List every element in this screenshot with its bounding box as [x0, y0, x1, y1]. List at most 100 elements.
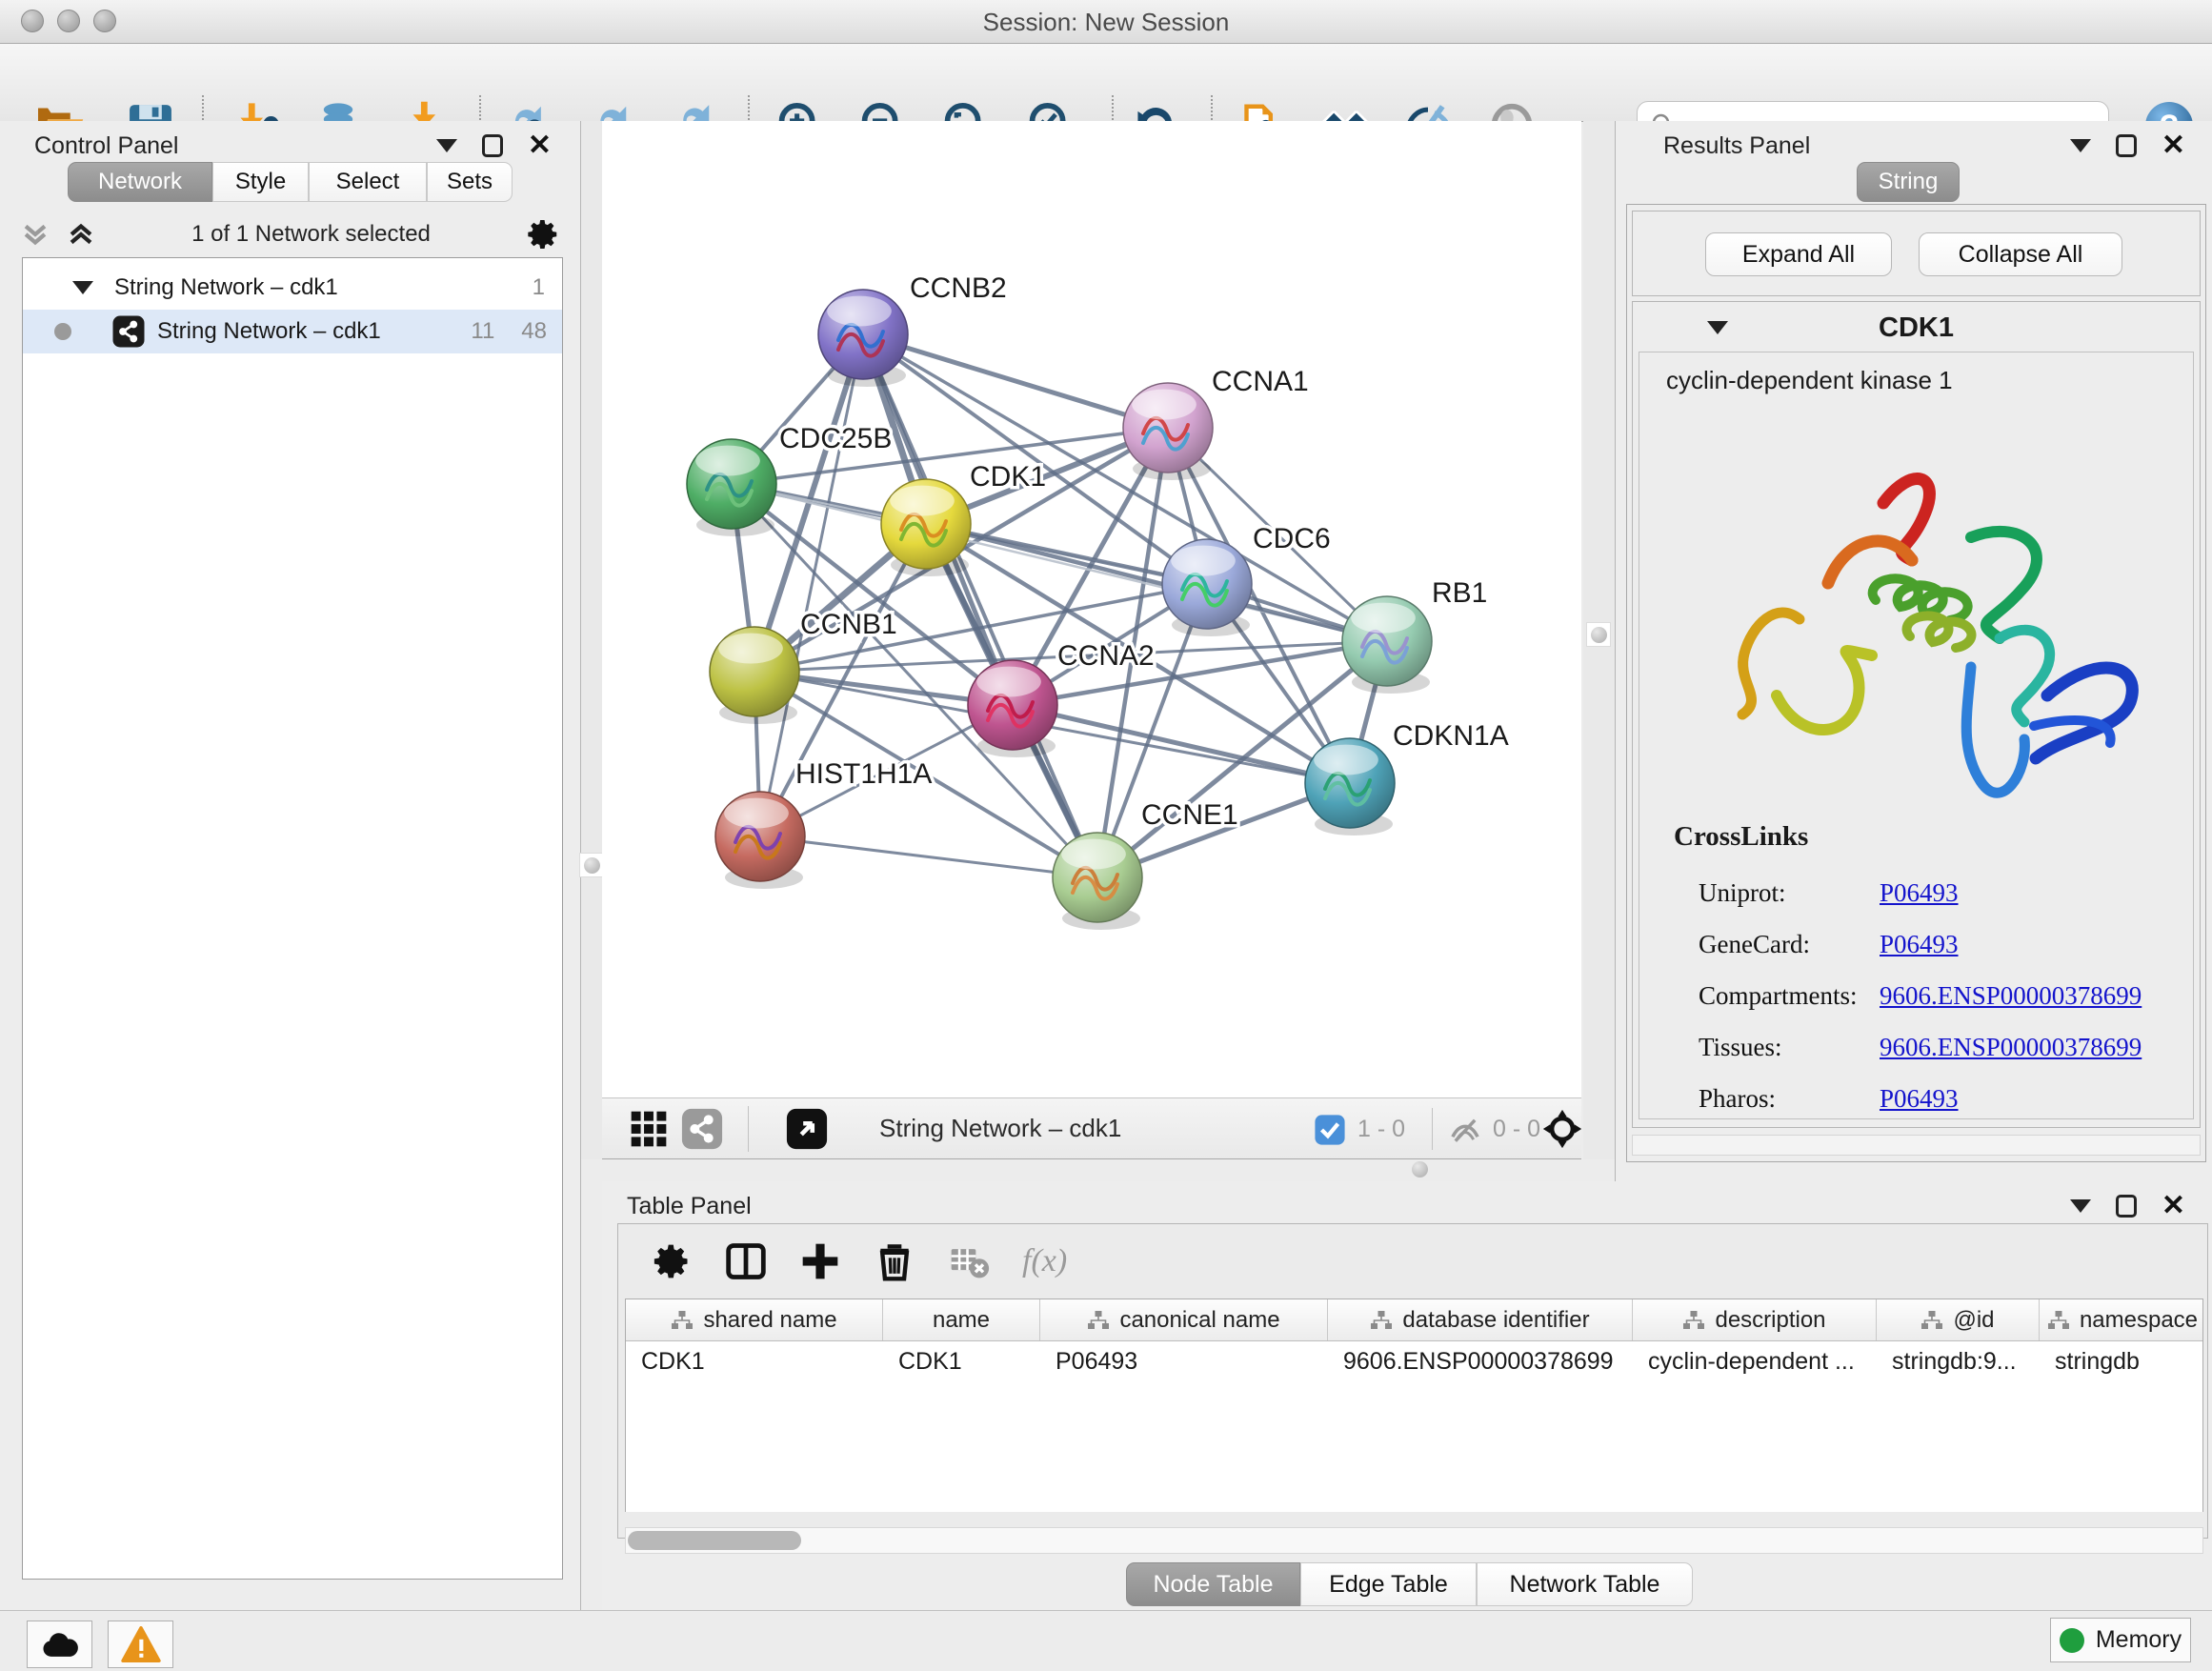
- column-header-database-identifier[interactable]: database identifier: [1328, 1299, 1633, 1340]
- function-builder-icon[interactable]: f(x): [1022, 1243, 1067, 1279]
- table-cell[interactable]: 9606.ENSP00000378699: [1328, 1341, 1633, 1381]
- column-header-canonical-name[interactable]: canonical name: [1040, 1299, 1328, 1340]
- node-CCNA1[interactable]: [1123, 383, 1213, 480]
- fit-selected-crosshair-icon[interactable]: [1541, 1108, 1583, 1150]
- network-collection-row[interactable]: String Network – cdk1 1: [23, 266, 562, 310]
- crosslinks-title: CrossLinks: [1674, 821, 1808, 853]
- hidden-eye-icon[interactable]: [1448, 1115, 1482, 1145]
- node-label-CCNB2: CCNB2: [910, 272, 1007, 304]
- collection-expander-icon[interactable]: [72, 281, 93, 294]
- node-table-box: f(x) shared namenamecanonical name databa…: [617, 1223, 2208, 1539]
- table-cell[interactable]: P06493: [1040, 1341, 1328, 1381]
- network-options-gear-icon[interactable]: [525, 216, 561, 252]
- panel-close-icon[interactable]: ✕: [528, 134, 552, 157]
- crosslink-value-link[interactable]: 9606.ENSP00000378699: [1880, 1033, 2142, 1062]
- expand-all-button[interactable]: Expand All: [1705, 232, 1892, 276]
- right-splitter[interactable]: [1583, 121, 1615, 1159]
- table-cell[interactable]: CDK1: [883, 1341, 1040, 1381]
- edge-CCNB2-CCNA1[interactable]: [863, 334, 1168, 428]
- bottom-splitter[interactable]: [602, 1159, 1615, 1181]
- network-row-selected[interactable]: String Network – cdk1 11 48: [23, 310, 562, 353]
- table-cell[interactable]: stringdb:9...: [1877, 1341, 2040, 1381]
- grid-view-icon[interactable]: [621, 1100, 676, 1158]
- tab-sets[interactable]: Sets: [427, 162, 513, 202]
- network-canvas[interactable]: CCNB2CCNA1CDC25BCDK1CDC6RB1CCNB1CCNA2CDK…: [602, 121, 1581, 1097]
- table-float-icon[interactable]: [2116, 1195, 2137, 1218]
- collapse-all-button[interactable]: Collapse All: [1919, 232, 2122, 276]
- tab-network-table[interactable]: Network Table: [1477, 1562, 1693, 1606]
- delete-table-icon: [948, 1240, 990, 1282]
- node-result-expander-icon[interactable]: [1707, 321, 1728, 334]
- table-cell[interactable]: CDK1: [626, 1341, 883, 1381]
- column-header-description[interactable]: description: [1633, 1299, 1877, 1340]
- table-hscrollbar-thumb[interactable]: [628, 1531, 801, 1550]
- node-HIST1H1A[interactable]: [715, 792, 805, 889]
- tab-edge-table[interactable]: Edge Table: [1300, 1562, 1477, 1606]
- column-header-label: namespace: [2080, 1307, 2198, 1334]
- left-splitter[interactable]: [581, 121, 602, 1159]
- crosslink-label: GeneCard:: [1699, 930, 1880, 959]
- column-header-name[interactable]: name: [883, 1299, 1040, 1340]
- node-result-header[interactable]: CDK1: [1633, 310, 2200, 346]
- split-columns-button[interactable]: [725, 1240, 767, 1282]
- table-cell[interactable]: stringdb: [2040, 1341, 2203, 1381]
- tab-network[interactable]: Network: [68, 162, 212, 202]
- crosslink-value-link[interactable]: P06493: [1880, 878, 1959, 908]
- table-hscrollbar[interactable]: [625, 1527, 2203, 1554]
- edge-HIST1H1A-CCNE1[interactable]: [760, 836, 1097, 877]
- crosslink-value-link[interactable]: P06493: [1880, 930, 1959, 959]
- node-CDK1[interactable]: [881, 479, 971, 576]
- panel-float-icon[interactable]: [482, 134, 503, 157]
- tab-style[interactable]: Style: [212, 162, 309, 202]
- right-splitter-handle[interactable]: [1586, 622, 1611, 647]
- tab-select[interactable]: Select: [309, 162, 427, 202]
- crosslink-value-link[interactable]: P06493: [1880, 1084, 1959, 1114]
- column-header-shared-name[interactable]: shared name: [626, 1299, 883, 1340]
- table-close-icon[interactable]: ✕: [2162, 1195, 2185, 1218]
- edge-CCNA2-CDKN1A[interactable]: [1013, 705, 1350, 783]
- birds-eye-view-icon[interactable]: [779, 1100, 835, 1158]
- node-RB1[interactable]: [1342, 596, 1432, 694]
- panel-menu-icon[interactable]: [436, 139, 457, 152]
- node-CDC6[interactable]: [1162, 539, 1252, 636]
- delete-column-button[interactable]: [874, 1240, 915, 1282]
- results-close-icon[interactable]: ✕: [2162, 134, 2185, 157]
- node-CCNB1[interactable]: [710, 627, 799, 724]
- cloud-button[interactable]: [27, 1621, 92, 1668]
- column-header-namespace[interactable]: namespace: [2040, 1299, 2203, 1340]
- table-panel-title: Table Panel: [627, 1193, 752, 1220]
- crosslinks-list: Uniprot:P06493GeneCard:P06493Compartment…: [1699, 867, 2183, 1124]
- column-header--id[interactable]: @id: [1877, 1299, 2040, 1340]
- tab-node-table[interactable]: Node Table: [1126, 1562, 1300, 1606]
- column-header-label: database identifier: [1402, 1307, 1589, 1334]
- crosslink-label: Compartments:: [1699, 981, 1880, 1011]
- bottom-splitter-handle[interactable]: [1407, 1157, 1432, 1181]
- left-splitter-handle[interactable]: [579, 853, 604, 877]
- expand-collapse-bar: Expand All Collapse All: [1632, 211, 2201, 296]
- results-scrollbar[interactable]: [1632, 1135, 2201, 1156]
- protein-structure-image: [1685, 457, 2162, 800]
- table-menu-icon[interactable]: [2070, 1199, 2091, 1213]
- node-CDKN1A[interactable]: [1305, 738, 1395, 836]
- crosslink-value-link[interactable]: 9606.ENSP00000378699: [1880, 981, 2142, 1011]
- node-CCNB2[interactable]: [818, 290, 908, 387]
- node-CDC25B[interactable]: [687, 439, 776, 536]
- results-menu-icon[interactable]: [2070, 139, 2091, 152]
- add-column-button[interactable]: [799, 1240, 841, 1282]
- node-CCNA2[interactable]: [968, 660, 1057, 757]
- tree-column-icon: [1682, 1310, 1705, 1331]
- memory-button[interactable]: Memory: [2050, 1618, 2191, 1662]
- results-float-icon[interactable]: [2116, 134, 2137, 157]
- hidden-count-badge: 0 - 0: [1493, 1116, 1540, 1143]
- table-cell[interactable]: cyclin-dependent ...: [1633, 1341, 1877, 1381]
- string-style-icon[interactable]: [674, 1100, 730, 1158]
- delete-table-button[interactable]: [948, 1240, 990, 1282]
- selected-checkbox-icon[interactable]: [1314, 1114, 1346, 1146]
- collapse-all-icon[interactable]: [19, 218, 51, 251]
- settings-gear-button[interactable]: [651, 1240, 693, 1282]
- table-row[interactable]: CDK1CDK1P064939606.ENSP00000378699cyclin…: [626, 1341, 2202, 1381]
- expand-all-icon[interactable]: [65, 218, 97, 251]
- tab-string[interactable]: String: [1857, 162, 1960, 202]
- node-CCNE1[interactable]: [1053, 833, 1142, 930]
- warnings-button[interactable]: [108, 1621, 173, 1668]
